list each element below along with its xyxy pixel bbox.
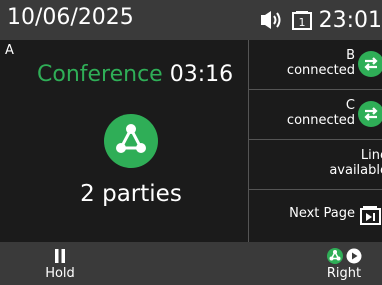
next-page-icon: [360, 206, 381, 225]
right-softkey[interactable]: Right: [312, 242, 376, 285]
line-key-status: available: [329, 163, 382, 178]
transfer-arrows-icon: [358, 101, 382, 127]
call-title: Conference: [37, 62, 163, 87]
next-page-label: Next Page: [289, 206, 355, 221]
right-label: Right: [326, 266, 362, 281]
line-key-b-status: connected: [286, 63, 355, 78]
speaker-icon: [260, 11, 281, 29]
line-label: A: [5, 43, 14, 58]
hold-label: Hold: [45, 266, 75, 281]
line-key-b-label: B: [346, 48, 355, 63]
line-key-c-text: C connected: [287, 98, 355, 128]
line-key-c-status: connected: [286, 113, 355, 128]
date-display: 10/06/2025: [7, 5, 134, 30]
line-keys: B connected C connected Line a: [249, 40, 382, 242]
line-key-b[interactable]: B connected: [249, 40, 382, 90]
next-page-key[interactable]: Next Page: [249, 190, 382, 239]
line-key-b-text: B connected: [287, 48, 355, 78]
call-header: Conference 03:16: [37, 62, 233, 87]
active-call-panel[interactable]: A Conference 03:16 2 parties: [0, 40, 248, 242]
play-icon: [346, 248, 361, 264]
svg-text:1: 1: [298, 16, 305, 29]
right-softkey-icons: [312, 248, 376, 264]
status-bar: 10/06/2025 1 23:01: [0, 0, 382, 40]
transfer-arrows-icon: [358, 51, 382, 77]
line-key-available-text: Line available: [329, 148, 382, 178]
line-key-c-label: C: [345, 98, 355, 113]
parties-count: 2 parties: [80, 181, 182, 207]
status-right: 1 23:01: [258, 5, 382, 35]
phone-screen: 10/06/2025 1 23:01 A Conference 03:16 2 …: [0, 0, 382, 285]
line-key-c[interactable]: C connected: [249, 90, 382, 140]
line-indicator-icon: 1: [291, 11, 312, 30]
line-key-available[interactable]: Line available: [249, 140, 382, 190]
pause-icon: [55, 249, 65, 263]
conference-icon: [104, 114, 158, 168]
time-display: 23:01: [318, 7, 382, 33]
line-key-label: Line: [360, 148, 382, 163]
conference-icon: [326, 248, 343, 264]
call-timer: 03:16: [169, 62, 234, 87]
hold-softkey[interactable]: Hold: [35, 242, 85, 285]
softkey-bar: Hold Right: [0, 242, 382, 285]
next-page-text: Next Page: [289, 206, 355, 221]
